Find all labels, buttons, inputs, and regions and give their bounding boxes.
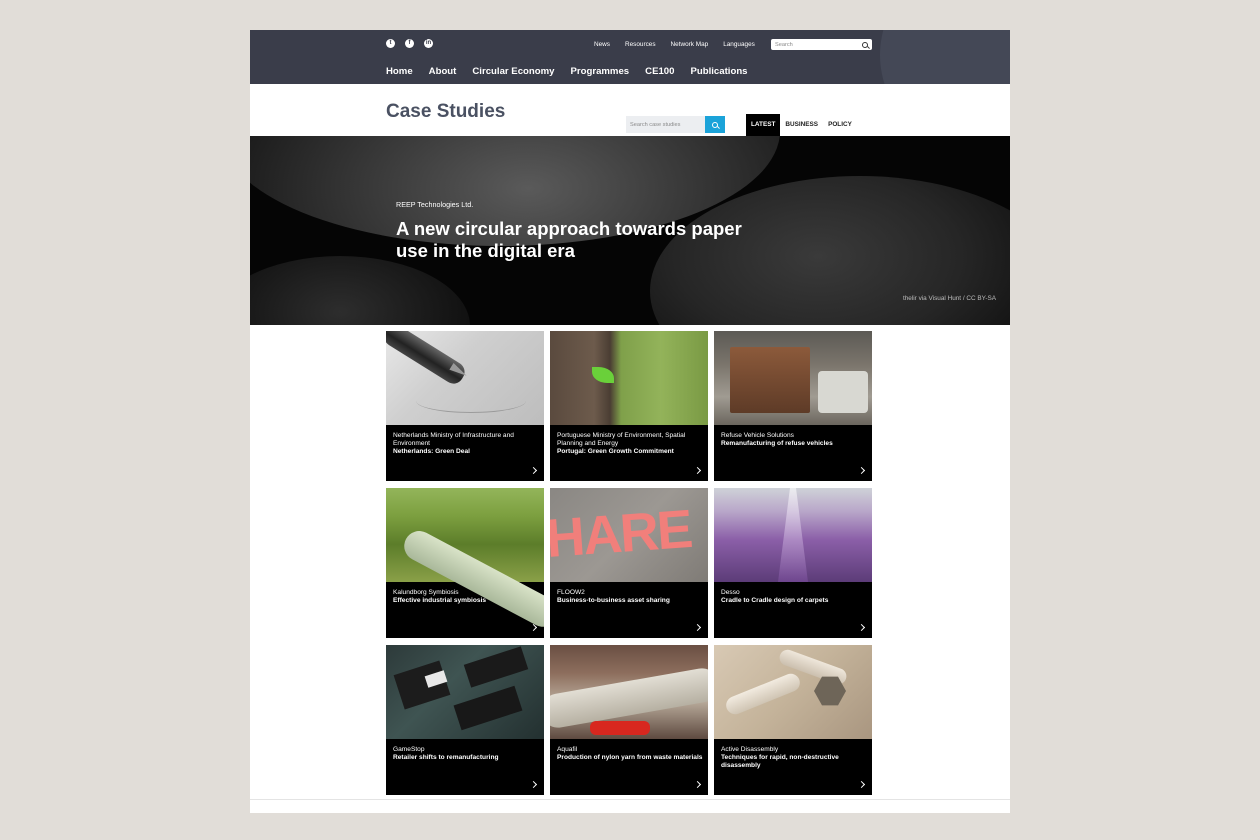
utility-link-network-map[interactable]: Network Map bbox=[671, 40, 709, 49]
card-title: Portugal: Green Growth Commitment bbox=[557, 448, 674, 455]
case-study-card[interactable]: GameStop Retailer shifts to remanufacturi… bbox=[386, 645, 544, 795]
card-organisation: FLOOW2 bbox=[557, 589, 585, 596]
card-organisation: GameStop bbox=[393, 746, 425, 753]
hero-organisation: REEP Technologies Ltd. bbox=[396, 200, 474, 209]
web-page: t f in News Resources Network Map Langua… bbox=[250, 30, 1010, 813]
card-image-bolts bbox=[714, 645, 872, 739]
card-image-nylon-yarn bbox=[550, 645, 708, 739]
nav-item-circular-economy[interactable]: Circular Economy bbox=[472, 66, 554, 77]
twitter-icon[interactable]: t bbox=[386, 39, 395, 48]
site-search bbox=[771, 39, 872, 50]
card-image-share-lettering: HARE bbox=[550, 488, 708, 582]
card-title: Business-to-business asset sharing bbox=[557, 597, 670, 604]
card-organisation: Netherlands Ministry of Infrastructure a… bbox=[393, 432, 514, 447]
chevron-right-icon[interactable] bbox=[693, 780, 702, 789]
utility-nav: News Resources Network Map Languages bbox=[594, 40, 755, 49]
card-organisation: Desso bbox=[721, 589, 740, 596]
footer-divider bbox=[250, 799, 1010, 800]
card-image-circuit-board bbox=[386, 645, 544, 739]
case-study-card[interactable]: Netherlands Ministry of Infrastructure a… bbox=[386, 331, 544, 481]
nav-item-ce100[interactable]: CE100 bbox=[645, 66, 674, 77]
facebook-icon[interactable]: f bbox=[405, 39, 414, 48]
header-decoration bbox=[880, 30, 1010, 84]
filter-tabs: LATEST BUSINESS POLICY bbox=[746, 114, 857, 136]
main-nav: Home About Circular Economy Programmes C… bbox=[386, 66, 748, 77]
case-study-card[interactable]: Portuguese Ministry of Environment, Spat… bbox=[550, 331, 708, 481]
card-title: Cradle to Cradle design of carpets bbox=[721, 597, 829, 604]
site-search-input[interactable] bbox=[775, 41, 855, 48]
case-study-search bbox=[626, 116, 725, 133]
utility-link-resources[interactable]: Resources bbox=[625, 40, 656, 49]
page-title: Case Studies bbox=[386, 101, 506, 122]
card-image-carpet-threads bbox=[714, 488, 872, 582]
card-title: Effective industrial symbiosis bbox=[393, 597, 487, 604]
card-organisation: Refuse Vehicle Solutions bbox=[721, 432, 794, 439]
case-study-card[interactable]: HARE FLOOW2 Business-to-business asset sh… bbox=[550, 488, 708, 638]
tab-latest[interactable]: LATEST bbox=[746, 114, 781, 136]
tab-business[interactable]: BUSINESS bbox=[780, 114, 823, 136]
utility-link-news[interactable]: News bbox=[594, 40, 610, 49]
case-study-card[interactable]: Kalundborg Symbiosis Effective industrial… bbox=[386, 488, 544, 638]
site-header: t f in News Resources Network Map Langua… bbox=[250, 30, 1010, 84]
chevron-right-icon[interactable] bbox=[529, 780, 538, 789]
card-image-fountain-pen bbox=[386, 331, 544, 425]
case-study-card[interactable]: Desso Cradle to Cradle design of carpets bbox=[714, 488, 872, 638]
image-credit: thelir via Visual Hunt / CC BY-SA bbox=[902, 295, 996, 302]
card-image-refuse-truck bbox=[714, 331, 872, 425]
card-image-pipeline bbox=[386, 488, 544, 633]
card-title: Remanufacturing of refuse vehicles bbox=[721, 440, 833, 447]
chevron-right-icon[interactable] bbox=[693, 466, 702, 475]
tab-policy[interactable]: POLICY bbox=[823, 114, 857, 136]
card-image-sprout bbox=[550, 331, 708, 425]
case-study-card[interactable]: Aquafil Production of nylon yarn from was… bbox=[550, 645, 708, 795]
featured-case-study[interactable]: REEP Technologies Ltd. A new circular ap… bbox=[250, 136, 1010, 325]
chevron-right-icon[interactable] bbox=[857, 623, 866, 632]
chevron-right-icon[interactable] bbox=[857, 780, 866, 789]
card-title: Netherlands: Green Deal bbox=[393, 448, 470, 455]
nav-item-home[interactable]: Home bbox=[386, 66, 413, 77]
case-study-search-input[interactable] bbox=[626, 116, 705, 133]
card-organisation: Aquafil bbox=[557, 746, 578, 753]
social-links: t f in bbox=[386, 39, 433, 48]
utility-link-languages[interactable]: Languages bbox=[723, 40, 755, 49]
case-study-card[interactable]: Active Disassembly Techniques for rapid, … bbox=[714, 645, 872, 795]
hero-image-paper-roll bbox=[250, 256, 470, 325]
card-organisation: Kalundborg Symbiosis bbox=[393, 589, 459, 596]
chevron-right-icon[interactable] bbox=[693, 623, 702, 632]
search-icon bbox=[712, 121, 718, 128]
case-study-card[interactable]: Refuse Vehicle Solutions Remanufacturing … bbox=[714, 331, 872, 481]
linkedin-icon[interactable]: in bbox=[424, 39, 433, 48]
card-organisation: Portuguese Ministry of Environment, Spat… bbox=[557, 432, 686, 447]
card-organisation: Active Disassembly bbox=[721, 746, 779, 753]
nav-item-programmes[interactable]: Programmes bbox=[570, 66, 629, 77]
card-title: Production of nylon yarn from waste mate… bbox=[557, 754, 703, 761]
card-title: Retailer shifts to remanufacturing bbox=[393, 754, 499, 761]
chevron-right-icon[interactable] bbox=[857, 466, 866, 475]
card-title: Techniques for rapid, non-destructive di… bbox=[721, 754, 839, 769]
nav-item-publications[interactable]: Publications bbox=[690, 66, 747, 77]
hero-headline[interactable]: A new circular approach towards paper us… bbox=[396, 218, 756, 262]
chevron-right-icon[interactable] bbox=[529, 466, 538, 475]
case-study-search-button[interactable] bbox=[705, 116, 725, 133]
search-icon[interactable] bbox=[862, 41, 868, 48]
nav-item-about[interactable]: About bbox=[429, 66, 457, 77]
